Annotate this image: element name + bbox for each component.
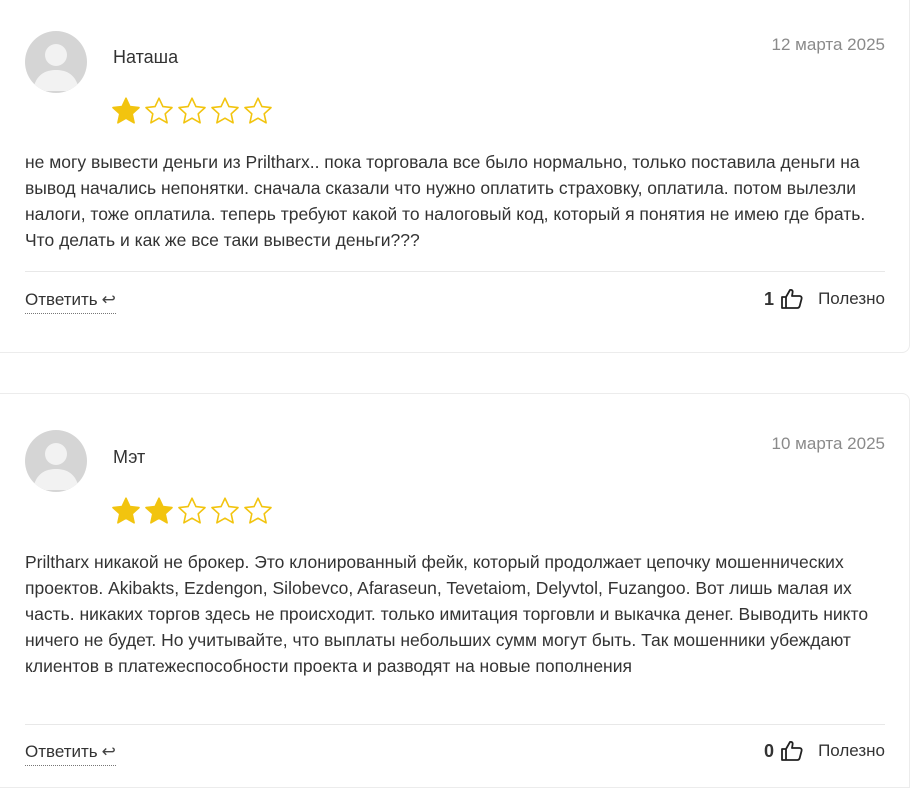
star-empty-icon: [178, 97, 206, 124]
reply-label: Ответить: [25, 742, 98, 761]
user-avatar-icon: [33, 443, 79, 490]
review-date: 10 марта 2025: [771, 434, 885, 453]
helpful-count: 0: [764, 740, 775, 761]
helpful-button[interactable]: Полезно: [818, 289, 885, 309]
helpful-block: 1 Полезно: [764, 287, 885, 311]
thumbs-up-icon[interactable]: [780, 739, 804, 763]
reply-arrow-icon: ↩: [101, 290, 116, 309]
review-date: 12 марта 2025: [771, 35, 885, 54]
review-text: Priltharx никакой не брокер. Это клониро…: [25, 552, 869, 676]
user-avatar-icon: [33, 44, 79, 91]
helpful-count: 1: [764, 288, 775, 309]
star-empty-icon: [178, 497, 206, 524]
star-empty-icon: [145, 97, 173, 124]
reply-button[interactable]: Ответить ↩: [25, 290, 116, 314]
star-filled-icon: [112, 497, 140, 524]
author-name: Наташа: [113, 47, 179, 67]
avatar: [25, 31, 87, 93]
avatar: [25, 430, 87, 492]
thumbs-up-icon[interactable]: [780, 287, 804, 311]
star-empty-icon: [244, 97, 272, 124]
star-filled-icon: [112, 97, 140, 124]
star-empty-icon: [211, 97, 239, 124]
review-card: Мэт 10 марта 2025 Priltharx никакой не б…: [0, 393, 910, 788]
helpful-button[interactable]: Полезно: [818, 741, 885, 761]
star-filled-icon: [145, 497, 173, 524]
rating-stars: [111, 96, 273, 126]
author-name: Мэт: [113, 447, 146, 467]
star-empty-icon: [211, 497, 239, 524]
rating-stars: [111, 496, 273, 526]
reply-arrow-icon: ↩: [101, 742, 116, 761]
divider: [25, 271, 885, 272]
helpful-block: 0 Полезно: [764, 739, 885, 763]
review-text: не могу вывести деньги из Priltharx.. по…: [25, 152, 866, 250]
reply-label: Ответить: [25, 290, 98, 309]
divider: [25, 724, 885, 725]
star-empty-icon: [244, 497, 272, 524]
review-card: Наташа 12 марта 2025 не могу вывести ден…: [0, 0, 910, 353]
reply-button[interactable]: Ответить ↩: [25, 742, 116, 766]
